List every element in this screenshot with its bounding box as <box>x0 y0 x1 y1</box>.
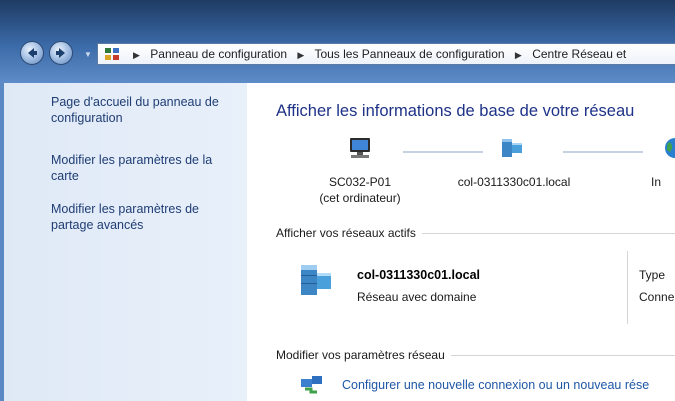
breadcrumb: ▶ Panneau de configuration ▶ Tous les Pa… <box>126 47 626 61</box>
breadcrumb-item-network-center[interactable]: Centre Réseau et <box>532 47 626 61</box>
back-arrow-icon <box>28 48 37 58</box>
connections-label: Conne <box>639 290 675 304</box>
computer-name-label: SC032-P01 <box>328 175 392 189</box>
internet-globe-icon <box>665 138 675 158</box>
control-panel-icon <box>105 48 119 60</box>
active-network-name: col-0311330c01.local <box>357 268 481 282</box>
sidebar: Page d'accueil du panneau de configurati… <box>4 83 247 401</box>
sidebar-item-control-panel-home[interactable]: Page d'accueil du panneau de configurati… <box>51 94 241 126</box>
access-type-label: Type <box>639 268 666 282</box>
back-button[interactable] <box>20 41 44 65</box>
vertical-divider <box>627 251 628 324</box>
breadcrumb-separator-icon: ▶ <box>133 50 140 60</box>
forward-arrow-icon <box>56 48 65 58</box>
internet-label: In <box>651 175 662 189</box>
sidebar-item-change-sharing-settings[interactable]: Modifier les paramètres de partage avanc… <box>51 201 241 233</box>
address-bar[interactable]: ▶ Panneau de configuration ▶ Tous les Pa… <box>97 43 675 65</box>
network-name-label: col-0311330c01.local <box>457 175 571 189</box>
breadcrumb-item-all-control-panels[interactable]: Tous les Panneaux de configuration <box>314 47 504 61</box>
map-connector-line <box>563 151 643 153</box>
breadcrumb-item-control-panel[interactable]: Panneau de configuration <box>150 47 287 61</box>
active-network-type: Réseau avec domaine <box>357 290 477 304</box>
domain-network-large-icon <box>301 265 331 295</box>
active-networks-heading: Afficher vos réseaux actifs <box>276 226 422 240</box>
page-title: Afficher les informations de base de vot… <box>276 102 635 120</box>
main-content: Afficher les informations de base de vot… <box>247 83 675 401</box>
breadcrumb-separator-icon: ▶ <box>297 50 305 60</box>
network-settings-heading: Modifier vos paramètres réseau <box>276 348 451 362</box>
address-toolbar: ▼ ▶ Panneau de configuration ▶ Tous les … <box>0 0 675 83</box>
new-connection-icon <box>301 376 322 394</box>
computer-sub-label: (cet ordinateur) <box>319 191 401 205</box>
breadcrumb-separator-icon: ▶ <box>514 50 522 60</box>
forward-button[interactable] <box>49 41 73 65</box>
sidebar-item-change-adapter-settings[interactable]: Modifier les paramètres de la carte <box>51 152 241 184</box>
new-connection-link[interactable]: Configurer une nouvelle connexion ou un … <box>342 378 649 392</box>
map-connector-line <box>403 151 483 153</box>
recent-pages-chevron-icon[interactable]: ▼ <box>84 50 92 59</box>
domain-network-icon <box>502 139 522 157</box>
computer-icon <box>350 138 370 158</box>
